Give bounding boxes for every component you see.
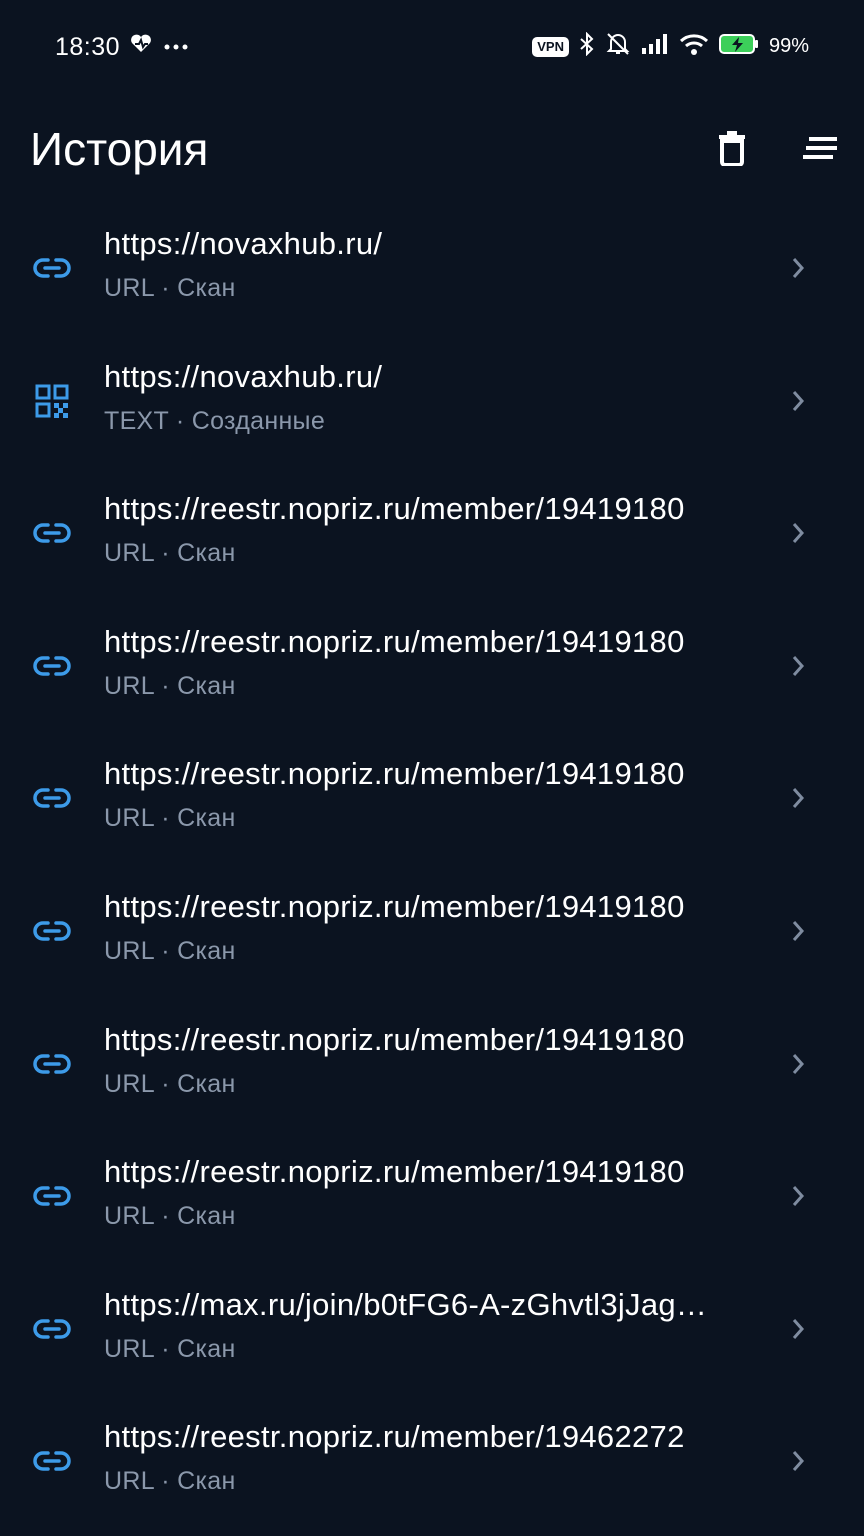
item-subtitle: URL · Скан [104, 671, 236, 700]
list-item[interactable]: https://reestr.nopriz.ru/member/19419180… [0, 732, 864, 865]
chevron-right-icon [786, 1447, 810, 1475]
link-icon [32, 911, 72, 951]
item-title: https://reestr.nopriz.ru/member/19462272 [104, 1419, 685, 1455]
status-left-icons [130, 34, 188, 59]
list-item[interactable]: https://max.ru/join/b0tFG6-A-zGhvtl3jJag… [0, 1263, 864, 1396]
chevron-right-icon [786, 387, 810, 415]
chevron-right-icon [786, 1182, 810, 1210]
status-bar: 18:30 VPN 99% [0, 0, 864, 96]
list-item[interactable]: https://reestr.nopriz.ru/member/19419180… [0, 600, 864, 733]
link-icon [32, 248, 72, 288]
item-subtitle: URL · Скан [104, 1202, 236, 1231]
sort-button[interactable] [796, 126, 844, 174]
item-title: https://reestr.nopriz.ru/member/19419180 [104, 1021, 685, 1057]
list-item[interactable]: https://reestr.nopriz.ru/member/19419180… [0, 998, 864, 1131]
link-icon [32, 1044, 72, 1084]
link-icon [32, 1309, 72, 1349]
qr-code-icon [32, 381, 72, 421]
item-title: https://reestr.nopriz.ru/member/19419180 [104, 491, 685, 527]
item-title: https://reestr.nopriz.ru/member/19419180 [104, 888, 685, 924]
list-item[interactable]: https://reestr.nopriz.ru/member/19462272… [0, 1395, 864, 1528]
list-item[interactable]: https://reestr.nopriz.ru/member/19419180… [0, 1130, 864, 1263]
link-icon [32, 1441, 72, 1481]
link-icon [32, 1176, 72, 1216]
chevron-right-icon [786, 917, 810, 945]
item-subtitle: URL · Скан [104, 1467, 236, 1496]
page-title: История [30, 123, 209, 175]
chevron-right-icon [786, 1050, 810, 1078]
mute-icon [605, 32, 631, 61]
item-subtitle: URL · Скан [104, 1334, 236, 1363]
item-subtitle: URL · Скан [104, 539, 236, 568]
battery-charging-icon [718, 33, 759, 60]
item-title: https://max.ru/join/b0tFG6-A-zGhvtl3jJag… [104, 1286, 708, 1322]
status-time: 18:30 [55, 33, 121, 61]
sort-icon [803, 136, 837, 165]
item-title: https://novaxhub.ru/ [104, 226, 383, 261]
link-icon [32, 778, 72, 818]
item-subtitle: URL · Скан [104, 1069, 236, 1098]
bluetooth-icon [579, 31, 595, 61]
item-subtitle: URL · Скан [104, 936, 236, 965]
app-bar: История [0, 96, 864, 206]
vpn-badge: VPN [532, 36, 569, 57]
item-title: https://reestr.nopriz.ru/member/19419180 [104, 1154, 685, 1190]
chevron-right-icon [786, 1315, 810, 1343]
chevron-right-icon [786, 519, 810, 547]
more-dots-icon [164, 38, 188, 56]
battery-percent: 99% [768, 35, 809, 57]
item-title: https://novaxhub.ru/ [104, 358, 383, 394]
chevron-right-icon [786, 652, 810, 680]
link-icon [32, 513, 72, 553]
list-item[interactable]: https://reestr.nopriz.ru/member/19419180… [0, 865, 864, 998]
wifi-icon [679, 33, 709, 60]
list-item[interactable]: https://novaxhub.ru/ TEXT · Созданные [0, 335, 864, 468]
item-subtitle: URL · Скан [104, 804, 236, 833]
item-title: https://reestr.nopriz.ru/member/19419180 [104, 623, 685, 659]
chevron-right-icon [786, 784, 810, 812]
item-title: https://reestr.nopriz.ru/member/19419180 [104, 756, 685, 792]
signal-icon [641, 33, 669, 60]
item-subtitle: TEXT · Созданные [104, 406, 326, 435]
list-item[interactable]: https://novaxhub.ru/ URL · Скан [0, 202, 864, 335]
link-icon [32, 646, 72, 686]
history-list: https://novaxhub.ru/ URL · Скан https://… [0, 202, 864, 1528]
list-item[interactable]: https://reestr.nopriz.ru/member/19419180… [0, 467, 864, 600]
delete-button[interactable] [708, 126, 756, 174]
chevron-right-icon [786, 254, 810, 282]
item-subtitle: URL · Скан [104, 274, 236, 302]
trash-icon [718, 130, 746, 171]
heart-pulse-icon [130, 34, 152, 59]
status-right-icons: VPN 99% [532, 31, 809, 61]
